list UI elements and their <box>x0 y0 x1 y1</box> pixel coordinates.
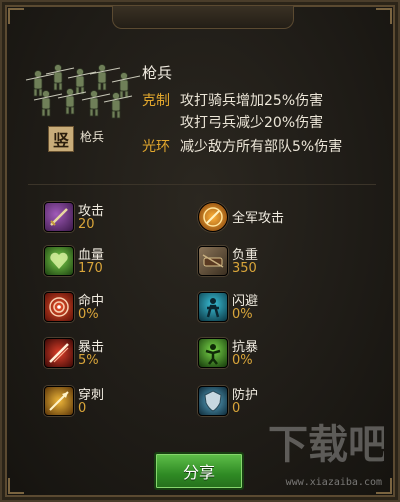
stat-value: 0% <box>232 353 253 368</box>
aura-keyword: 光环 <box>142 139 170 155</box>
stat-hp: 血量 170 <box>44 246 194 282</box>
stat-value: 350 <box>232 261 257 276</box>
stat-value: 170 <box>78 261 103 276</box>
stat-value: 20 <box>78 217 95 232</box>
stat-value: 0% <box>78 307 99 322</box>
load-icon <box>198 246 228 276</box>
unit-type-badge: 竖 <box>48 126 74 152</box>
stat-dodge: 闪避 0% <box>198 292 348 328</box>
unit-badge-label: 枪兵 <box>80 130 105 144</box>
watermark-url: www.xiazaiba.com <box>285 477 382 488</box>
stat-attack: 攻击 20 <box>44 202 194 238</box>
stat-crit: 暴击 5% <box>44 338 194 374</box>
unit-info-panel: 竖 枪兵 枪兵 克制 攻打骑兵增加25%伤害 攻打弓兵减少20%伤害 光环 减少… <box>0 0 400 502</box>
stat-hit: 命中 0% <box>44 292 194 328</box>
frame-corner <box>8 8 24 24</box>
frame-corner <box>376 8 392 24</box>
army-attack-icon <box>198 202 228 232</box>
counter-line-2: 攻打弓兵减少20%伤害 <box>180 115 324 131</box>
svg-text:下载吧: 下载吧 <box>268 422 384 468</box>
shield-icon <box>198 386 228 416</box>
heart-icon <box>44 246 74 276</box>
aura-line: 减少敌方所有部队5%伤害 <box>180 139 343 155</box>
watermark-logo: 下载吧 <box>268 422 384 468</box>
stat-anti-crit: 抗暴 0% <box>198 338 348 374</box>
share-button[interactable]: 分享 <box>154 452 244 490</box>
stat-value: 0 <box>232 401 241 416</box>
spearman-squad-image <box>25 64 141 119</box>
stat-army-attack: 全军攻击 <box>198 202 348 238</box>
crit-icon <box>44 338 74 368</box>
stat-value: 0% <box>232 307 253 322</box>
stat-load: 负重 350 <box>198 246 348 282</box>
stat-pierce: 穿刺 0 <box>44 386 194 422</box>
counter-line-1: 攻打骑兵增加25%伤害 <box>180 93 324 109</box>
counter-keyword: 克制 <box>142 93 170 109</box>
sword-icon <box>44 202 74 232</box>
panel-title-bar <box>112 6 294 29</box>
anti-crit-icon <box>198 338 228 368</box>
stat-label: 全军攻击 <box>232 211 285 226</box>
frame-corner <box>8 478 24 494</box>
stat-value: 5% <box>78 353 99 368</box>
unit-name: 枪兵 <box>142 64 173 82</box>
stat-value: 0 <box>78 401 87 416</box>
dodge-icon <box>198 292 228 322</box>
target-icon <box>44 292 74 322</box>
pierce-icon <box>44 386 74 416</box>
